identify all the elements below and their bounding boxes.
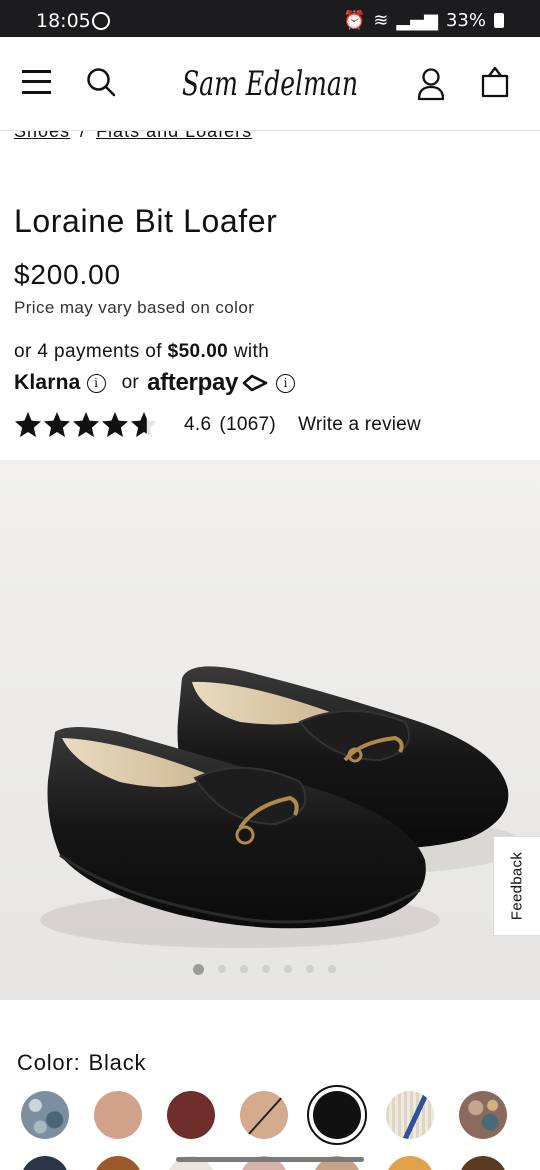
gallery-dot[interactable] xyxy=(261,965,270,973)
gallery-pagination xyxy=(0,963,540,975)
feedback-tab[interactable]: Feedback xyxy=(493,836,540,936)
star-icon xyxy=(15,412,41,437)
color-swatch[interactable] xyxy=(459,1156,507,1170)
star-icon xyxy=(44,412,70,437)
home-indicator[interactable] xyxy=(176,1157,364,1162)
rating-row: 4.6 (1067) Write a review xyxy=(14,408,534,442)
site-header: Sam Edelman xyxy=(0,37,540,131)
gallery-dot[interactable] xyxy=(305,965,314,973)
color-swatches xyxy=(0,1085,540,1148)
status-right: ⏰ ≋ ▂▄▆ 33% xyxy=(343,10,504,31)
product-title: Loraine Bit Loafer xyxy=(14,203,278,239)
brand-logo[interactable]: Sam Edelman xyxy=(180,55,362,111)
color-swatch-selected[interactable] xyxy=(307,1085,367,1145)
selected-color: Black xyxy=(88,1050,147,1075)
installments-suffix: with xyxy=(233,341,270,362)
klarna-logo: Klarna xyxy=(14,371,81,394)
klarna-info-icon[interactable]: i xyxy=(86,373,106,393)
product-image-gallery[interactable] xyxy=(0,460,540,1000)
status-time: 18:05 xyxy=(36,10,91,32)
status-bar: 18:05 ⏰ ≋ ▂▄▆ 33% xyxy=(0,0,540,37)
color-swatch[interactable] xyxy=(386,1156,434,1170)
installment-amount: $50.00 xyxy=(167,341,229,362)
payment-providers: Klarna i or afterpay i xyxy=(14,369,296,397)
color-label-text: Color: xyxy=(17,1050,81,1075)
afterpay-loop-icon xyxy=(242,374,268,392)
gallery-dot[interactable] xyxy=(327,965,336,973)
afterpay-logo: afterpay xyxy=(147,369,239,396)
battery-percent: 33% xyxy=(445,10,486,31)
color-swatch[interactable] xyxy=(94,1091,142,1139)
feedback-label: Feedback xyxy=(508,851,526,921)
star-icon xyxy=(102,412,128,437)
gallery-dot[interactable] xyxy=(283,965,292,973)
installment-info: or 4 payments of $50.00 with xyxy=(14,341,269,363)
gallery-dot[interactable] xyxy=(239,965,248,973)
color-swatch[interactable] xyxy=(386,1091,434,1139)
color-swatch[interactable] xyxy=(21,1091,69,1139)
search-icon[interactable] xyxy=(86,67,116,97)
star-rating[interactable] xyxy=(14,411,158,439)
write-review-link[interactable]: Write a review xyxy=(298,414,421,436)
alarm-icon: ⏰ xyxy=(342,10,366,31)
svg-text:Sam Edelman: Sam Edelman xyxy=(182,64,358,104)
gallery-dot[interactable] xyxy=(192,963,204,975)
color-swatch[interactable] xyxy=(167,1091,215,1139)
color-swatch[interactable] xyxy=(240,1091,288,1139)
color-swatch[interactable] xyxy=(21,1156,69,1170)
color-label: Color: Black xyxy=(17,1050,146,1076)
signal-icon: ▂▄▆ xyxy=(396,10,438,31)
product-image xyxy=(40,666,525,948)
wifi-icon: ≋ xyxy=(373,10,389,31)
bag-icon[interactable] xyxy=(480,65,510,99)
or-text: or xyxy=(121,372,140,393)
color-swatch[interactable] xyxy=(94,1156,142,1170)
gallery-dot[interactable] xyxy=(217,965,226,973)
unavailable-slash xyxy=(244,1093,285,1139)
afterpay-info-icon[interactable]: i xyxy=(276,373,296,393)
color-swatch[interactable] xyxy=(459,1091,507,1139)
product-price: $200.00 xyxy=(14,259,121,290)
star-icon xyxy=(131,412,157,437)
rating-value: 4.6 xyxy=(184,414,212,435)
viber-icon xyxy=(92,12,110,30)
price-note: Price may vary based on color xyxy=(14,298,255,317)
installments-prefix: or 4 payments of xyxy=(14,341,162,362)
account-icon[interactable] xyxy=(416,67,446,101)
menu-icon[interactable] xyxy=(22,70,51,94)
star-icon xyxy=(73,412,99,437)
battery-icon xyxy=(494,13,504,28)
review-count[interactable]: (1067) xyxy=(219,414,276,436)
